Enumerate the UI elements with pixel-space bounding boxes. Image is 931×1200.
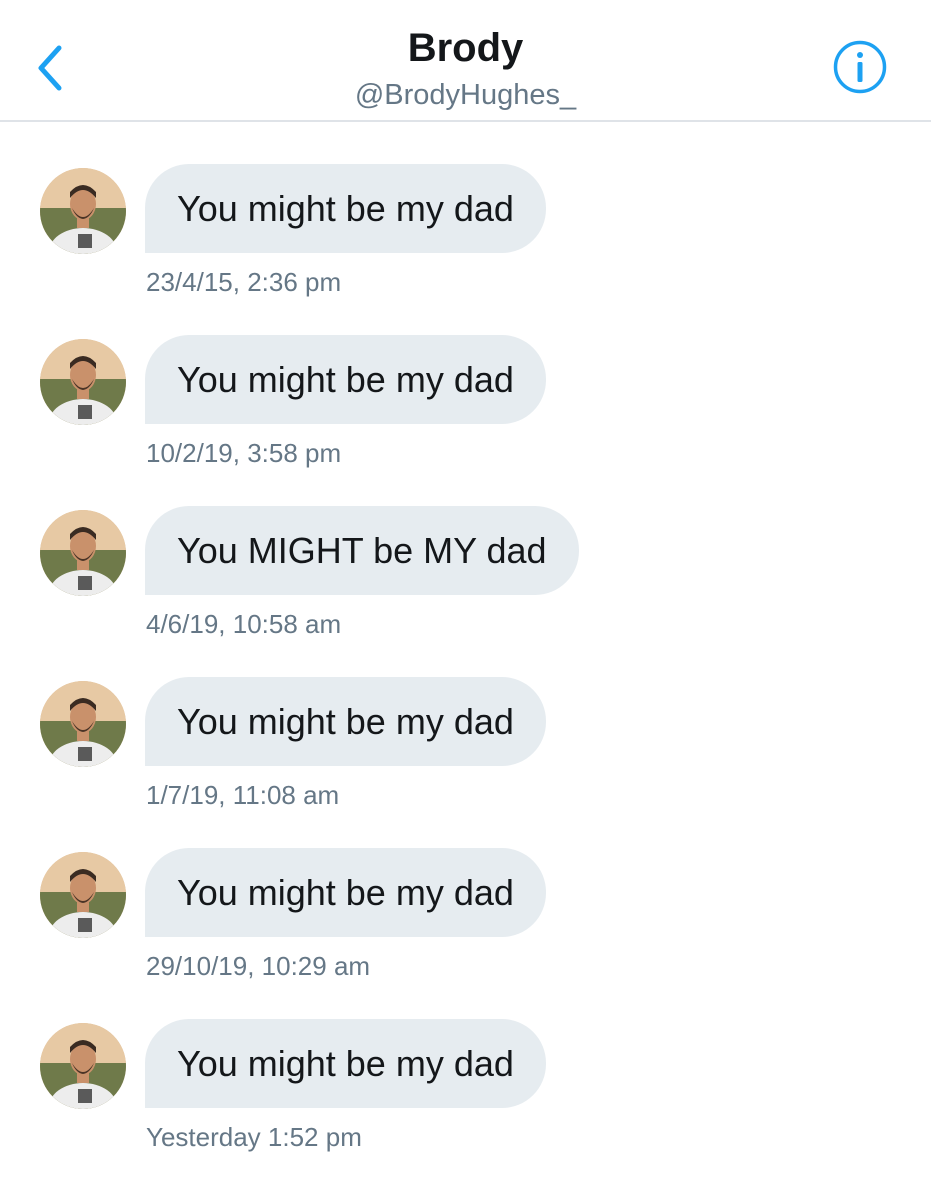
- avatar[interactable]: [40, 852, 126, 938]
- conversation-title[interactable]: Brody: [0, 24, 931, 72]
- message-row: You MIGHT be MY dad 4/6/19, 10:58 am: [0, 506, 931, 656]
- message-bubble[interactable]: You MIGHT be MY dad: [145, 506, 579, 595]
- message-row: You might be my dad 23/4/15, 2:36 pm: [0, 164, 931, 314]
- avatar[interactable]: [40, 681, 126, 767]
- avatar[interactable]: [40, 1023, 126, 1109]
- message-timestamp: 29/10/19, 10:29 am: [146, 951, 371, 981]
- message-bubble[interactable]: You might be my dad: [145, 164, 546, 253]
- avatar[interactable]: [40, 339, 126, 425]
- message-timestamp: 1/7/19, 11:08 am: [146, 780, 340, 810]
- message-bubble[interactable]: You might be my dad: [145, 335, 546, 424]
- conversation-handle: @BrodyHughes_: [354, 79, 577, 111]
- message-timestamp: 10/2/19, 3:58 pm: [146, 438, 342, 468]
- message-bubble[interactable]: You might be my dad: [145, 1019, 546, 1108]
- avatar[interactable]: [40, 168, 126, 254]
- info-button[interactable]: [832, 39, 888, 95]
- message-row: You might be my dad Yesterday 1:52 pm: [0, 1019, 931, 1169]
- message-bubble[interactable]: You might be my dad: [145, 848, 546, 937]
- message-bubble[interactable]: You might be my dad: [145, 677, 546, 766]
- avatar[interactable]: [40, 510, 126, 596]
- info-icon: [833, 40, 887, 94]
- conversation-header: Brody @BrodyHughes_: [0, 0, 931, 122]
- message-row: You might be my dad 1/7/19, 11:08 am: [0, 677, 931, 827]
- message-timestamp: Yesterday 1:52 pm: [146, 1122, 362, 1152]
- message-row: You might be my dad 29/10/19, 10:29 am: [0, 848, 931, 998]
- message-timestamp: 23/4/15, 2:36 pm: [146, 267, 342, 297]
- message-timestamp: 4/6/19, 10:58 am: [146, 609, 342, 639]
- message-row: You might be my dad 10/2/19, 3:58 pm: [0, 335, 931, 485]
